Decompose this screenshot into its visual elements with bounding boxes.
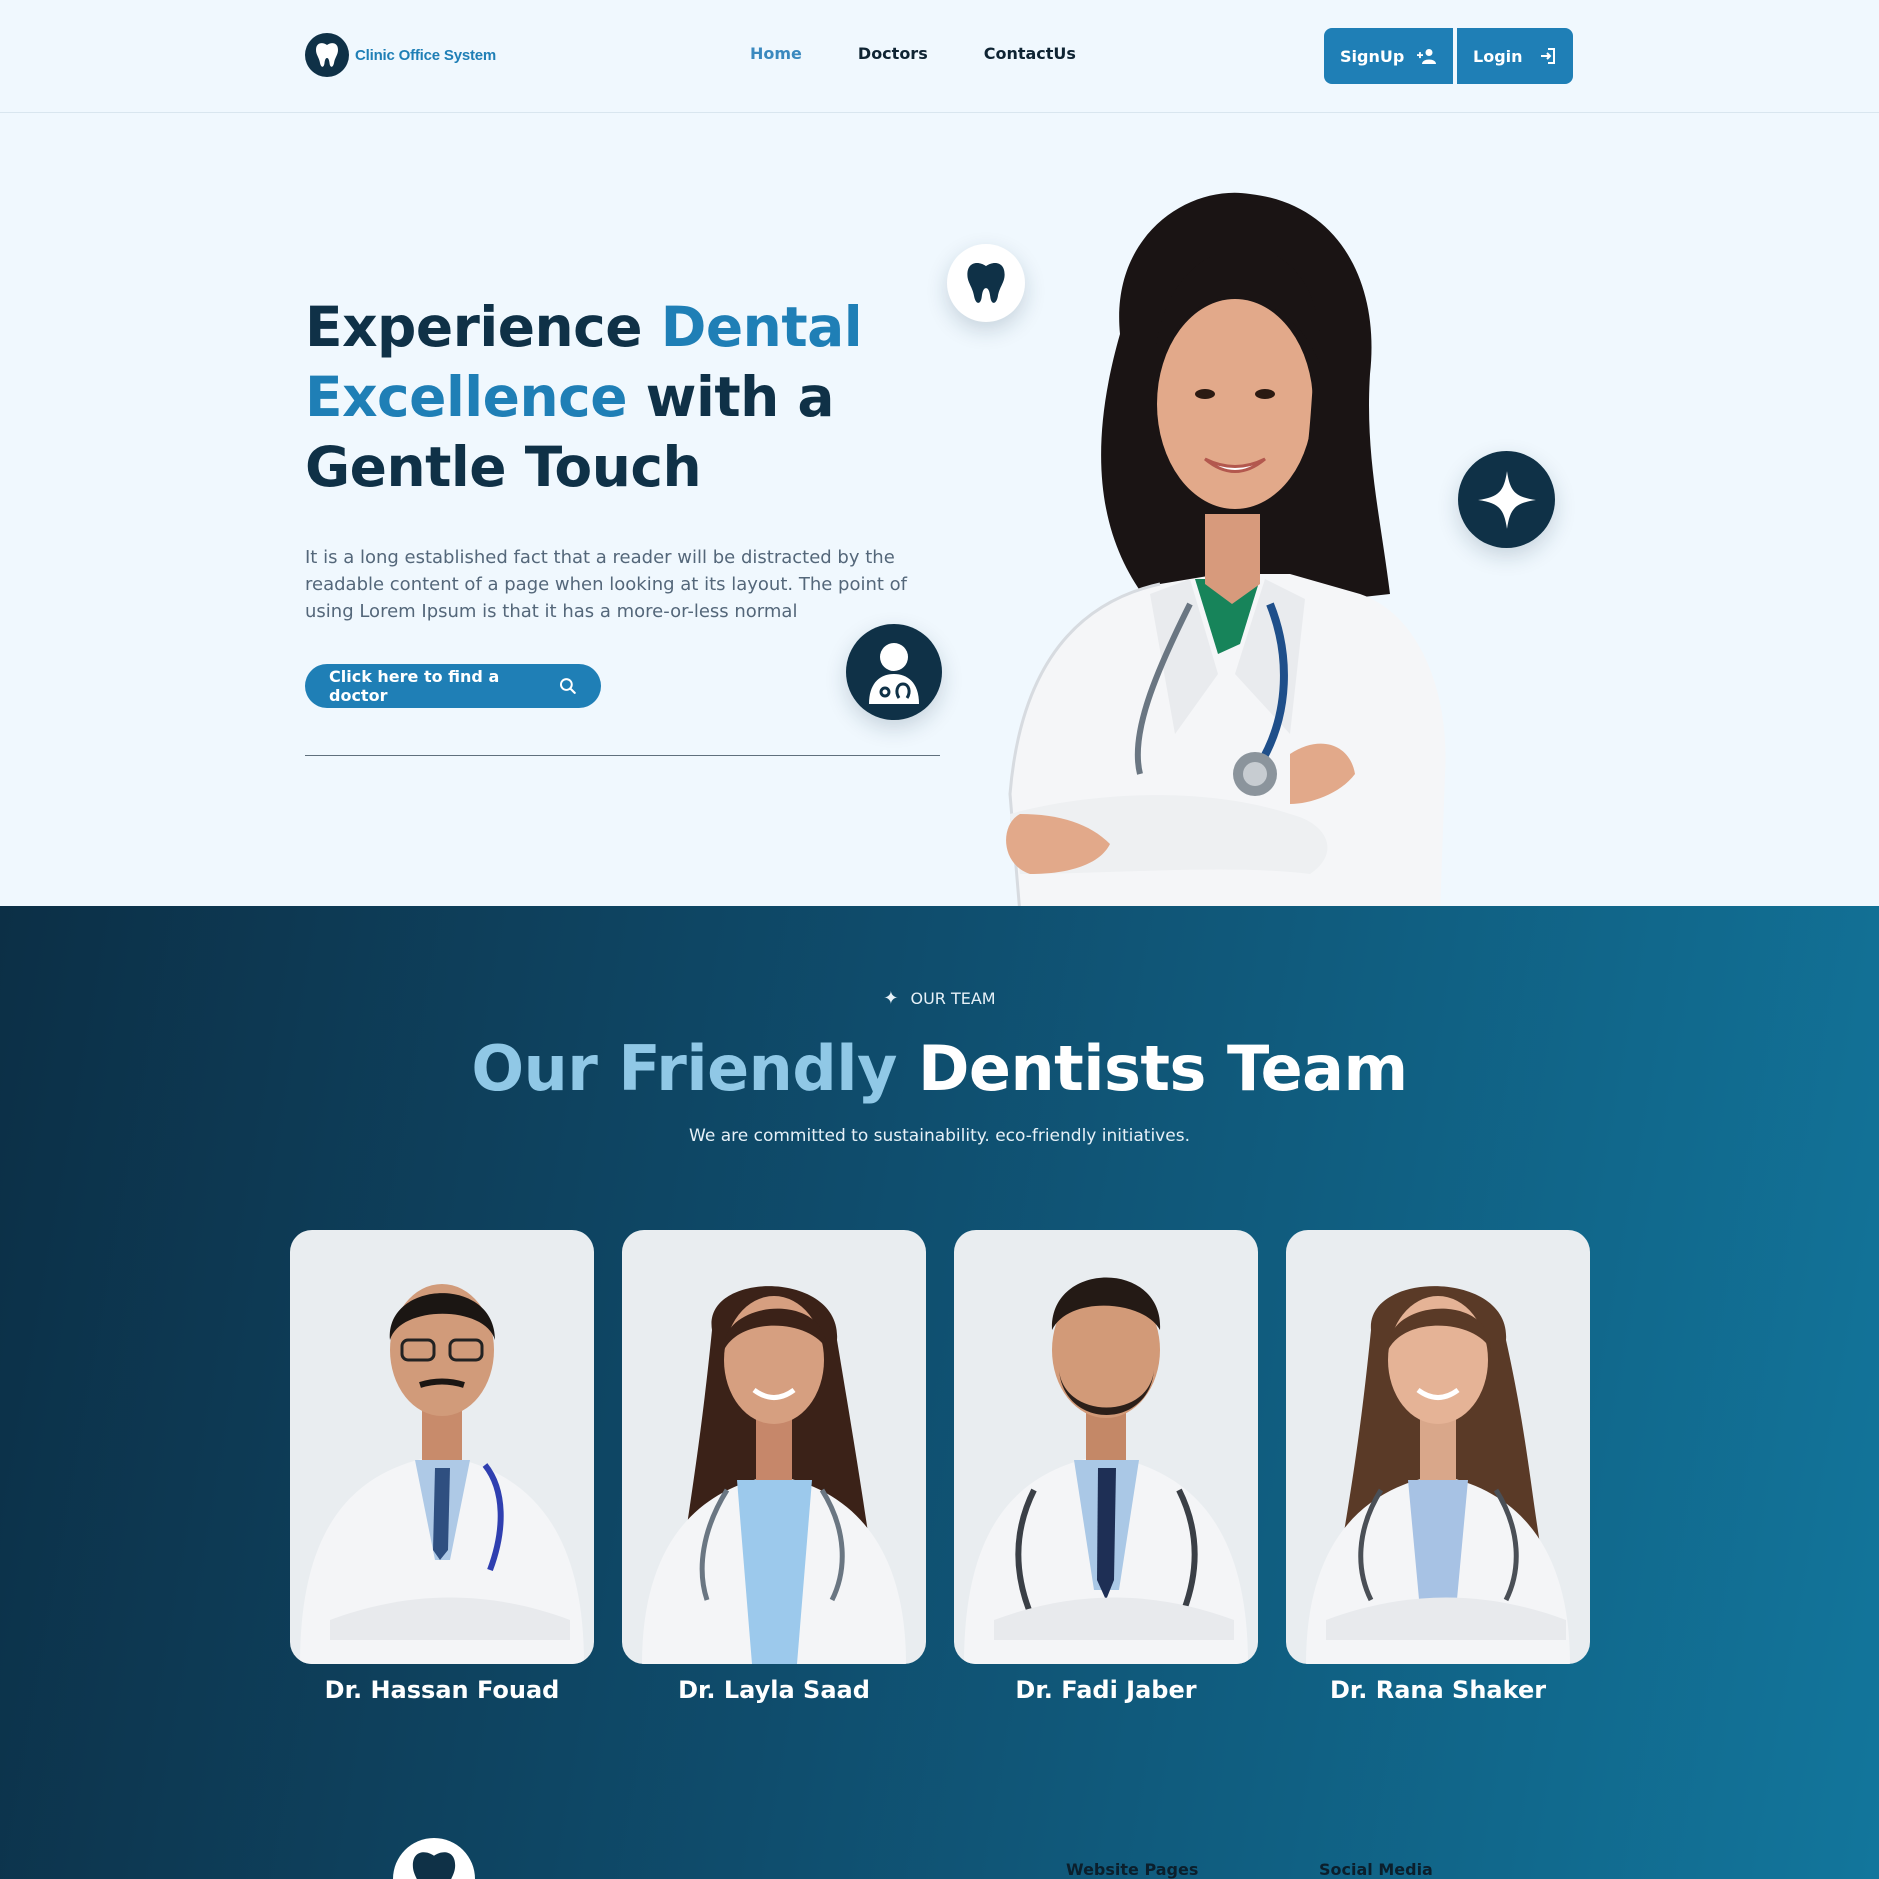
doctor-photo [954, 1230, 1258, 1664]
hero-divider [305, 755, 940, 756]
auth-buttons: SignUp Login [1324, 28, 1573, 84]
sparkle-badge-icon [1458, 451, 1555, 548]
doctor-card[interactable]: Dr. Hassan Fouad [290, 1230, 594, 1704]
tooth-logo-icon [412, 1852, 456, 1879]
logo[interactable]: Clinic Office System [305, 33, 496, 77]
doctor-card[interactable]: Dr. Fadi Jaber [954, 1230, 1258, 1704]
doctor-cards: Dr. Hassan Fouad Dr. Layla Saad Dr. Fadi… [290, 1230, 1618, 1704]
hero-title: Experience Dental Excellence with a Gent… [305, 292, 905, 502]
nav-doctors[interactable]: Doctors [858, 44, 928, 63]
hero-section: Experience Dental Excellence with a Gent… [0, 114, 1879, 906]
footer-social-media-heading: Social Media [1319, 1860, 1433, 1879]
doctor-photo [622, 1230, 926, 1664]
hero-title-part1: Experience [305, 295, 661, 359]
add-user-icon [1417, 49, 1436, 64]
search-icon [560, 678, 577, 694]
nav-contactus[interactable]: ContactUs [984, 44, 1076, 63]
login-label: Login [1473, 46, 1523, 66]
site-header: Clinic Office System Home Doctors Contac… [0, 0, 1879, 113]
doctor-name: Dr. Rana Shaker [1329, 1676, 1547, 1704]
footer-logo[interactable] [393, 1838, 475, 1879]
tooth-logo-icon [305, 33, 349, 77]
footer-website-pages-heading: Website Pages [1066, 1860, 1199, 1879]
find-doctor-label: Click here to find a doctor [329, 667, 500, 705]
team-title-white: Dentists Team [917, 1032, 1408, 1105]
nav-home[interactable]: Home [750, 44, 802, 63]
hero-doctor-image [1006, 192, 1446, 906]
signup-button[interactable]: SignUp [1324, 28, 1453, 84]
doctor-badge-icon [846, 624, 942, 720]
team-section: ✦ OUR TEAM Our Friendly Dentists Team We… [0, 906, 1879, 1879]
doctor-card[interactable]: Dr. Layla Saad [622, 1230, 926, 1704]
team-eyebrow: ✦ OUR TEAM [0, 988, 1879, 1009]
team-title: Our Friendly Dentists Team [0, 1032, 1879, 1105]
team-eyebrow-label: OUR TEAM [910, 989, 996, 1008]
sparkle-icon: ✦ [883, 988, 899, 1009]
doctor-photo [290, 1230, 594, 1664]
team-title-light: Our Friendly [471, 1032, 918, 1105]
team-subtitle: We are committed to sustainability. eco-… [689, 1126, 1190, 1146]
find-doctor-button[interactable]: Click here to find a doctor [305, 664, 601, 708]
doctor-name: Dr. Fadi Jaber [1015, 1676, 1197, 1704]
tooth-badge-icon [947, 244, 1025, 322]
doctor-card[interactable]: Dr. Rana Shaker [1286, 1230, 1590, 1704]
main-nav: Home Doctors ContactUs [750, 44, 1132, 63]
signup-label: SignUp [1340, 46, 1405, 66]
doctor-photo [1286, 1230, 1590, 1664]
doctor-name: Dr. Layla Saad [678, 1676, 870, 1704]
login-button[interactable]: Login [1457, 28, 1573, 84]
doctor-name: Dr. Hassan Fouad [324, 1676, 560, 1704]
logo-text: Clinic Office System [355, 46, 497, 64]
login-icon [1541, 48, 1555, 64]
hero-description: It is a long established fact that a rea… [305, 547, 908, 622]
